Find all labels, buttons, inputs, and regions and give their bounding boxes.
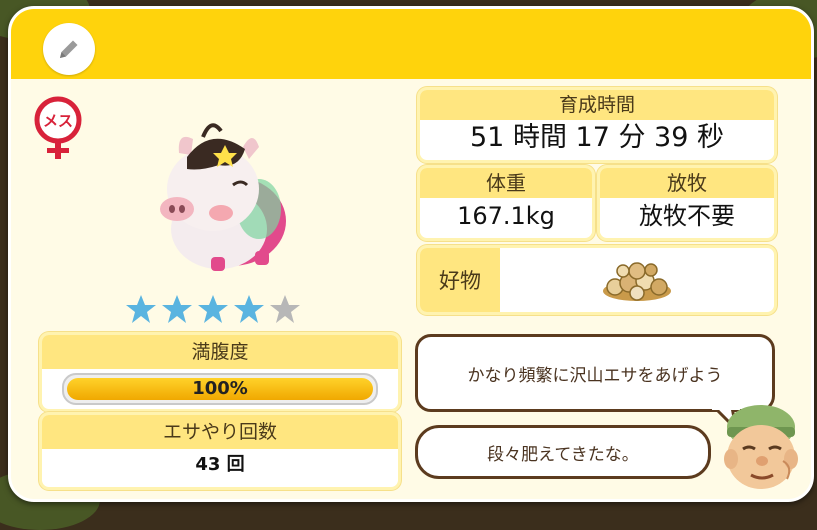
weight-label: 体重 <box>420 168 592 198</box>
satiety-label: 満腹度 <box>42 335 398 369</box>
female-gender-icon: メス <box>31 95 85 163</box>
pig-character-image <box>160 123 286 271</box>
advice-text: かなり頻繁に沢山エサをあげよう <box>467 365 723 386</box>
favorite-food-label: 好物 <box>420 248 500 312</box>
star-empty-icon <box>270 295 300 323</box>
favorite-food-panel: 好物 <box>417 245 777 315</box>
weight-panel: 体重 167.1kg <box>417 165 595 241</box>
edit-name-button[interactable] <box>43 23 95 75</box>
star-filled-icon <box>126 295 156 323</box>
rating-stars <box>125 293 301 325</box>
grazing-value: 放牧不要 <box>600 198 774 234</box>
star-filled-icon <box>234 295 264 323</box>
card-header <box>11 9 811 79</box>
raising-time-label: 育成時間 <box>420 90 774 120</box>
pencil-icon <box>60 40 78 58</box>
grazing-panel: 放牧 放牧不要 <box>597 165 777 241</box>
raising-time-value: 51 時間 17 分 39 秒 <box>420 120 774 156</box>
pig-detail-card: メス 満腹度 100% エサやり回数 43 回 育成時間 51 時間 17 分 <box>8 6 814 502</box>
feed-count-value: 43 回 <box>42 449 398 481</box>
comment-bubble: 段々肥えてきたな。 <box>415 425 711 479</box>
farmer-avatar <box>724 405 798 489</box>
gender-label: メス <box>43 112 73 130</box>
satiety-panel: 満腹度 100% <box>39 332 401 412</box>
raising-time-panel: 育成時間 51 時間 17 分 39 秒 <box>417 87 777 163</box>
comment-text: 段々肥えてきたな。 <box>487 444 639 465</box>
weight-value: 167.1kg <box>420 198 592 234</box>
grazing-label: 放牧 <box>600 168 774 198</box>
feed-count-label: エサやり回数 <box>42 415 398 449</box>
feed-pellets-icon <box>603 262 671 301</box>
satiety-value: 100% <box>192 378 248 399</box>
satiety-bar: 100% <box>62 373 378 405</box>
star-filled-icon <box>162 295 192 323</box>
feed-count-panel: エサやり回数 43 回 <box>39 412 401 490</box>
star-filled-icon <box>198 295 228 323</box>
